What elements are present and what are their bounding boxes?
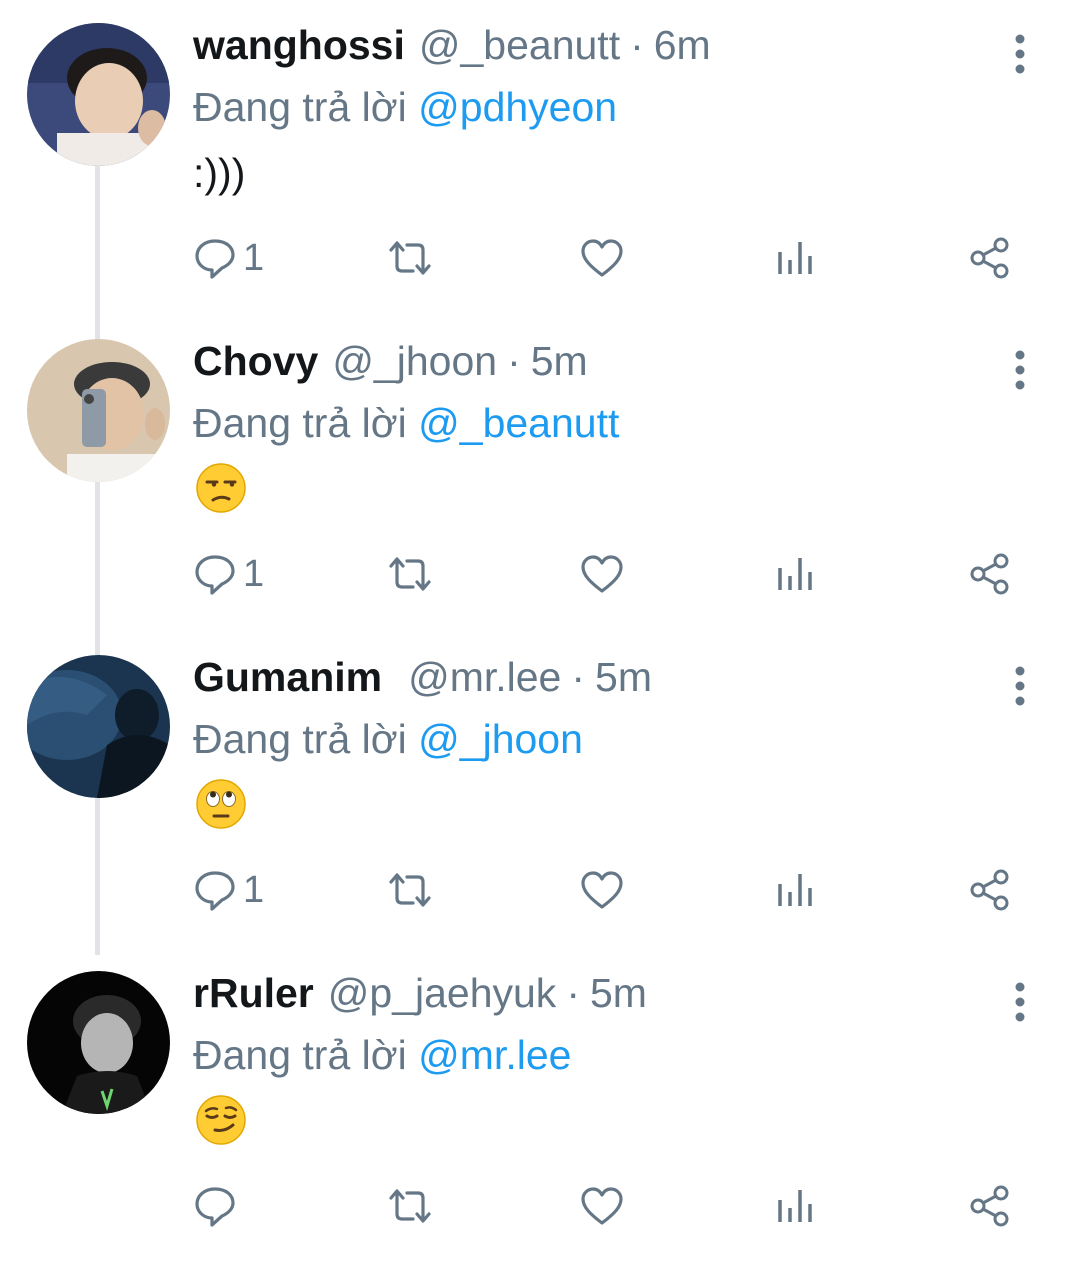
views-button[interactable] <box>776 544 816 604</box>
reply-icon <box>193 868 237 912</box>
share-button[interactable] <box>968 860 1012 920</box>
reply-icon <box>193 236 237 280</box>
timestamp[interactable]: 6m <box>654 22 711 69</box>
more-options-icon[interactable] <box>1005 348 1035 392</box>
timestamp[interactable]: 5m <box>531 338 588 385</box>
views-icon <box>776 236 816 280</box>
reply-count: 1 <box>243 552 265 595</box>
share-icon <box>968 868 1012 912</box>
reply-button[interactable]: 1 <box>193 860 264 920</box>
tweet[interactable]: Gumanim @mr.lee · 5m Đang trả lời @_jhoo… <box>0 632 1080 948</box>
replying-to: Đang trả lời @mr.lee <box>193 1032 571 1079</box>
reply-icon <box>193 552 237 596</box>
separator-dot: · <box>507 338 521 384</box>
smirking-face-emoji <box>195 1094 247 1146</box>
action-bar <box>0 1176 1080 1236</box>
share-icon <box>968 552 1012 596</box>
separator-dot: · <box>630 22 644 68</box>
replying-to-label: Đang trả lời <box>193 1032 407 1078</box>
user-handle[interactable]: @p_jaehyuk <box>328 970 557 1017</box>
timestamp[interactable]: 5m <box>590 970 647 1017</box>
like-icon <box>580 236 624 280</box>
action-bar: 1 <box>0 228 1080 288</box>
more-options-icon[interactable] <box>1005 980 1035 1024</box>
reply-button[interactable]: 1 <box>193 228 264 288</box>
separator-dot: · <box>571 654 586 700</box>
tweet-text: :))) <box>193 150 246 196</box>
replying-to: Đang trả lời @_beanutt <box>193 400 619 447</box>
display-name[interactable]: Gumanim <box>193 654 382 701</box>
retweet-button[interactable] <box>385 228 435 288</box>
views-icon <box>776 552 816 596</box>
reply-button[interactable]: 1 <box>193 544 264 604</box>
user-handle[interactable]: @_beanutt <box>419 22 620 69</box>
more-options-icon[interactable] <box>1005 664 1035 708</box>
retweet-icon <box>385 1184 435 1228</box>
reply-button[interactable] <box>193 1176 243 1236</box>
retweet-icon <box>385 868 435 912</box>
unamused-face-emoji <box>195 462 247 514</box>
views-button[interactable] <box>776 860 816 920</box>
mention-link[interactable]: @pdhyeon <box>418 84 617 130</box>
views-button[interactable] <box>776 228 816 288</box>
share-button[interactable] <box>968 228 1012 288</box>
avatar[interactable] <box>27 971 170 1114</box>
display-name[interactable]: rRuler <box>193 970 314 1017</box>
replying-to: Đang trả lời @_jhoon <box>193 716 583 763</box>
action-bar: 1 <box>0 544 1080 604</box>
tweet[interactable]: Chovy @_jhoon · 5m Đang trả lời @_beanut… <box>0 316 1080 632</box>
retweet-button[interactable] <box>385 860 435 920</box>
replying-to-label: Đang trả lời <box>193 84 407 130</box>
like-icon <box>580 868 624 912</box>
tweet[interactable]: rRuler @p_jaehyuk · 5m Đang trả lời @mr.… <box>0 948 1080 1264</box>
rolling-eyes-emoji <box>195 778 247 830</box>
avatar[interactable] <box>27 655 170 798</box>
share-icon <box>968 1184 1012 1228</box>
avatar[interactable] <box>27 339 170 482</box>
more-options-icon[interactable] <box>1005 32 1035 76</box>
share-button[interactable] <box>968 544 1012 604</box>
replying-to-label: Đang trả lời <box>193 716 407 762</box>
reply-icon <box>193 1184 237 1228</box>
tweet[interactable]: wanghossi @_beanutt · 6m Đang trả lời @p… <box>0 0 1080 316</box>
like-button[interactable] <box>580 860 624 920</box>
reply-count: 1 <box>243 236 265 279</box>
like-button[interactable] <box>580 1176 624 1236</box>
like-icon <box>580 1184 624 1228</box>
share-icon <box>968 236 1012 280</box>
timestamp[interactable]: 5m <box>595 654 652 701</box>
share-button[interactable] <box>968 1176 1012 1236</box>
retweet-icon <box>385 236 435 280</box>
avatar[interactable] <box>27 23 170 166</box>
views-icon <box>776 868 816 912</box>
views-button[interactable] <box>776 1176 816 1236</box>
replying-to: Đang trả lời @pdhyeon <box>193 84 617 131</box>
retweet-button[interactable] <box>385 1176 435 1236</box>
like-button[interactable] <box>580 544 624 604</box>
user-handle[interactable]: @mr.lee <box>408 654 561 701</box>
mention-link[interactable]: @mr.lee <box>418 1032 571 1078</box>
views-icon <box>776 1184 816 1228</box>
separator-dot: · <box>566 970 580 1016</box>
mention-link[interactable]: @_jhoon <box>418 716 583 762</box>
retweet-button[interactable] <box>385 544 435 604</box>
retweet-icon <box>385 552 435 596</box>
user-handle[interactable]: @_jhoon <box>332 338 497 385</box>
display-name[interactable]: Chovy <box>193 338 318 385</box>
mention-link[interactable]: @_beanutt <box>418 400 619 446</box>
like-button[interactable] <box>580 228 624 288</box>
replying-to-label: Đang trả lời <box>193 400 407 446</box>
reply-count: 1 <box>243 868 265 911</box>
action-bar: 1 <box>0 860 1080 920</box>
like-icon <box>580 552 624 596</box>
display-name[interactable]: wanghossi <box>193 22 405 69</box>
